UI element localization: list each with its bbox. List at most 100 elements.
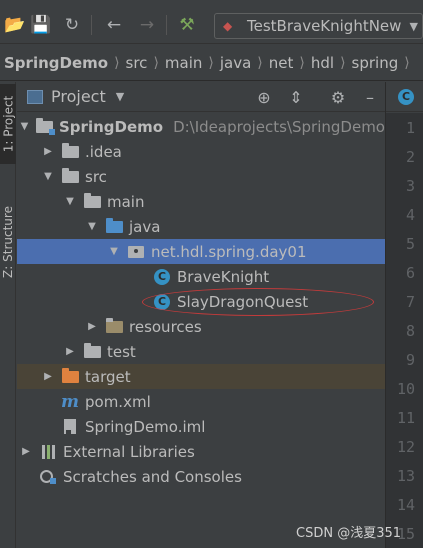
- folder-icon: [61, 167, 79, 185]
- forward-icon[interactable]: →: [136, 14, 158, 36]
- excluded-folder-icon: [61, 367, 79, 385]
- gear-icon[interactable]: ⚙: [327, 86, 349, 108]
- expand-arrow-icon[interactable]: ▼: [85, 221, 99, 232]
- line-number: 2: [405, 148, 415, 166]
- breadcrumb-separator: ⟩: [208, 54, 214, 71]
- tree-node-iml[interactable]: SpringDemo.iml: [17, 414, 385, 439]
- tree-node-label: test: [107, 342, 136, 361]
- tree-node-pom[interactable]: m pom.xml: [17, 389, 385, 414]
- tab-structure[interactable]: Z: Structure: [0, 192, 16, 292]
- tree-node-package[interactable]: ▼ net.hdl.spring.day01: [17, 239, 385, 264]
- collapse-arrow-icon[interactable]: ▶: [41, 371, 55, 382]
- line-number: 5: [405, 235, 415, 253]
- project-window-icon: [27, 89, 43, 104]
- open-folder-icon[interactable]: 📂: [4, 14, 26, 36]
- chevron-down-icon: ▼: [115, 90, 125, 103]
- line-number: 4: [405, 206, 415, 224]
- breadcrumb-separator: ⟩: [153, 54, 159, 71]
- collapse-arrow-icon[interactable]: ▶: [63, 346, 77, 357]
- toolbar-separator: [91, 15, 92, 35]
- libraries-icon: [39, 444, 57, 460]
- breadcrumb-separator: ⟩: [257, 54, 263, 71]
- tree-node-label: target: [85, 367, 131, 386]
- tree-node-slaydragonquest[interactable]: C SlayDragonQuest: [17, 289, 385, 314]
- breadcrumb-item[interactable]: SpringDemo: [4, 54, 108, 72]
- breadcrumb-item[interactable]: main: [165, 54, 202, 72]
- collapse-arrow-icon[interactable]: ▶: [41, 146, 55, 157]
- run-config-label: TestBraveKnightNew: [247, 17, 402, 35]
- tree-node-resources[interactable]: ▶ resources: [17, 314, 385, 339]
- package-icon: [127, 244, 145, 260]
- tree-node-scratches[interactable]: Scratches and Consoles: [17, 464, 385, 489]
- tab-project[interactable]: 1: Project: [0, 84, 16, 164]
- tree-node-label: SlayDragonQuest: [177, 292, 309, 311]
- tree-node-src[interactable]: ▼ src: [17, 164, 385, 189]
- line-number: 9: [405, 351, 415, 369]
- maven-icon: m: [61, 391, 79, 412]
- back-icon[interactable]: ←: [103, 14, 125, 36]
- tree-node-main[interactable]: ▼ main: [17, 189, 385, 214]
- toolbar-separator: [166, 15, 167, 35]
- project-panel-title: Project: [51, 87, 106, 106]
- expand-arrow-icon[interactable]: ▼: [19, 121, 30, 132]
- project-panel-header: Project ▼ ⊕ ⇕ ⚙ –: [17, 82, 385, 112]
- tree-node-java[interactable]: ▼ java: [17, 214, 385, 239]
- breadcrumb-separator: ⟩: [114, 54, 120, 71]
- run-config-icon: ◆: [223, 19, 233, 33]
- tree-node-idea[interactable]: ▶ .idea: [17, 139, 385, 164]
- folder-icon: [83, 192, 101, 210]
- project-view-selector[interactable]: Project ▼: [27, 87, 124, 106]
- tree-node-label: Scratches and Consoles: [63, 467, 242, 486]
- line-number: 13: [396, 467, 415, 485]
- expand-arrow-icon[interactable]: ▼: [41, 171, 55, 182]
- tab-structure-label: Z: Structure: [1, 206, 15, 278]
- breadcrumb-item[interactable]: src: [126, 54, 148, 72]
- line-number: 14: [396, 496, 415, 514]
- tree-node-label: resources: [129, 317, 202, 336]
- line-number: 7: [405, 293, 415, 311]
- collapse-arrow-icon[interactable]: ▶: [85, 321, 99, 332]
- line-number: 6: [405, 264, 415, 282]
- chevron-down-icon: ▼: [409, 19, 418, 33]
- expand-arrow-icon[interactable]: ▼: [63, 196, 77, 207]
- breadcrumb-separator: ⟩: [340, 54, 346, 71]
- refresh-icon[interactable]: ↻: [61, 14, 83, 36]
- locate-target-icon[interactable]: ⊕: [253, 86, 275, 108]
- tree-node-target[interactable]: ▶ target: [17, 364, 385, 389]
- tree-node-external-libraries[interactable]: ▶ External Libraries: [17, 439, 385, 464]
- tool-window-stripe: 1: Project Z: Structure: [0, 82, 16, 548]
- tree-node-label: External Libraries: [63, 442, 195, 461]
- tree-node-label: SpringDemo.iml: [85, 417, 206, 436]
- tree-node-label: .idea: [85, 142, 122, 161]
- tree-node-braveknight[interactable]: C BraveKnight: [17, 264, 385, 289]
- line-number: 8: [405, 322, 415, 340]
- breadcrumb-separator: ⟩: [299, 54, 305, 71]
- project-tree: ▼ SpringDemo D:\Ideaprojects\SpringDemo …: [17, 113, 385, 548]
- java-class-icon: C: [398, 88, 414, 105]
- breadcrumb-item[interactable]: net: [269, 54, 294, 72]
- build-hammer-icon[interactable]: ⚒: [176, 14, 198, 36]
- tree-node-label: src: [85, 167, 107, 186]
- line-number: 1: [405, 119, 415, 137]
- line-number: 10: [396, 380, 415, 398]
- save-icon[interactable]: 💾: [30, 14, 52, 36]
- resources-folder-icon: [105, 317, 123, 335]
- project-path: D:\Ideaprojects\SpringDemo: [173, 117, 385, 136]
- breadcrumb-item[interactable]: hdl: [311, 54, 334, 72]
- line-number: 12: [396, 438, 415, 456]
- breadcrumb: SpringDemo ⟩ src ⟩ main ⟩ java ⟩ net ⟩ h…: [0, 45, 423, 81]
- tree-node-label: pom.xml: [85, 392, 151, 411]
- collapse-arrow-icon[interactable]: ▶: [19, 446, 33, 457]
- breadcrumb-item[interactable]: spring: [352, 54, 399, 72]
- folder-icon: [61, 142, 79, 160]
- minimize-icon[interactable]: –: [359, 86, 381, 108]
- tree-node-test[interactable]: ▶ test: [17, 339, 385, 364]
- tree-node-springdemo[interactable]: ▼ SpringDemo D:\Ideaprojects\SpringDemo: [17, 114, 385, 139]
- tree-node-label: java: [129, 217, 161, 236]
- run-configuration-selector[interactable]: ◆ TestBraveKnightNew ▼: [214, 13, 423, 39]
- breadcrumb-item[interactable]: java: [220, 54, 251, 72]
- expand-arrow-icon[interactable]: ▼: [107, 246, 121, 257]
- tree-node-label: BraveKnight: [177, 267, 270, 286]
- editor-tab[interactable]: C: [386, 82, 423, 112]
- collapse-all-icon[interactable]: ⇕: [285, 86, 307, 108]
